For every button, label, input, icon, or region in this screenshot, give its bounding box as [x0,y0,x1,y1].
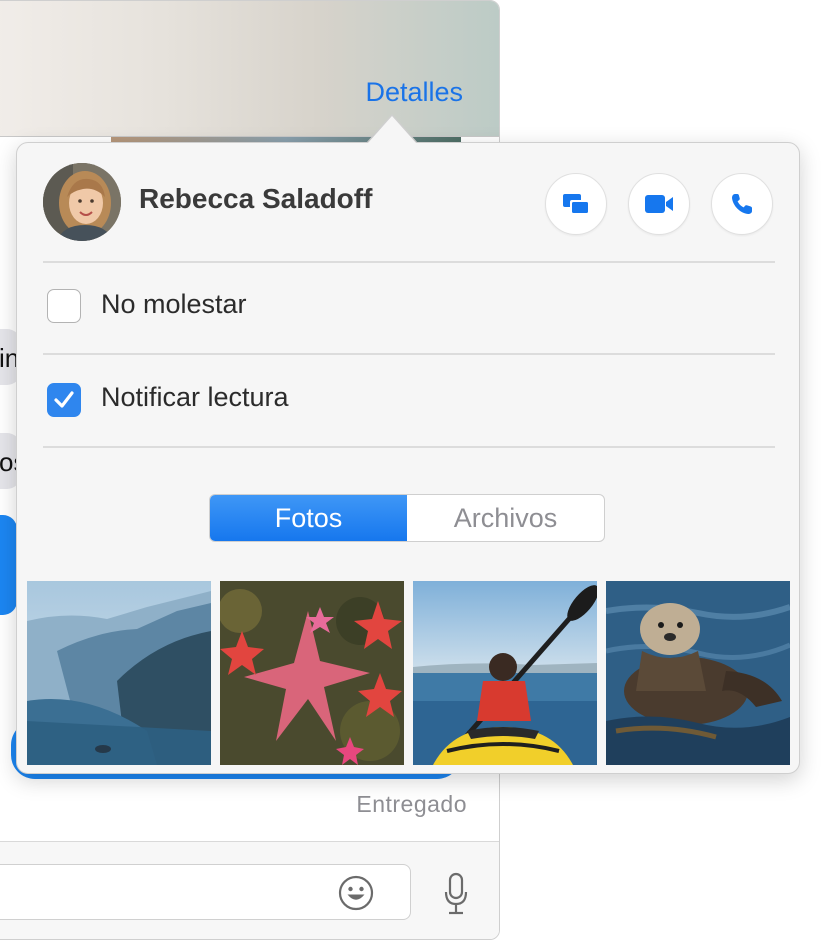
read-receipts-checkbox[interactable] [47,383,81,417]
photo-thumbnail-starfish[interactable] [220,581,404,765]
attachments-segmented-control: Fotos Archivos [209,494,605,542]
tab-files[interactable]: Archivos [407,495,604,541]
message-input[interactable] [0,864,411,920]
message-bubble-sent [0,515,17,615]
video-call-button[interactable] [628,173,690,235]
photo-thumbnail-kayak[interactable] [413,581,597,765]
tab-photos[interactable]: Fotos [210,495,407,541]
photo-thumbnail-coast[interactable] [27,581,211,765]
contact-name: Rebecca Saladoff [139,183,373,214]
read-receipts-label: Notificar lectura [101,382,289,412]
details-button[interactable]: Detalles [365,77,463,108]
audio-call-button[interactable] [711,173,773,235]
divider [43,261,775,263]
do-not-disturb-checkbox[interactable] [47,289,81,323]
screen-share-button[interactable] [545,173,607,235]
do-not-disturb-label: No molestar [101,289,247,319]
compose-bar [0,841,499,939]
details-popover: Rebecca Saladoff No molestar Notificar l… [16,142,800,774]
photo-grid [27,581,791,765]
contact-avatar [43,163,121,241]
photo-thumbnail-otter[interactable] [606,581,790,765]
conversation-header: Detalles [0,1,499,137]
divider [43,353,775,355]
microphone-icon[interactable] [443,872,469,916]
popover-arrow-fill [367,116,417,144]
emoji-icon[interactable] [338,875,374,911]
delivery-status: Entregado [356,791,467,817]
divider [43,446,775,448]
